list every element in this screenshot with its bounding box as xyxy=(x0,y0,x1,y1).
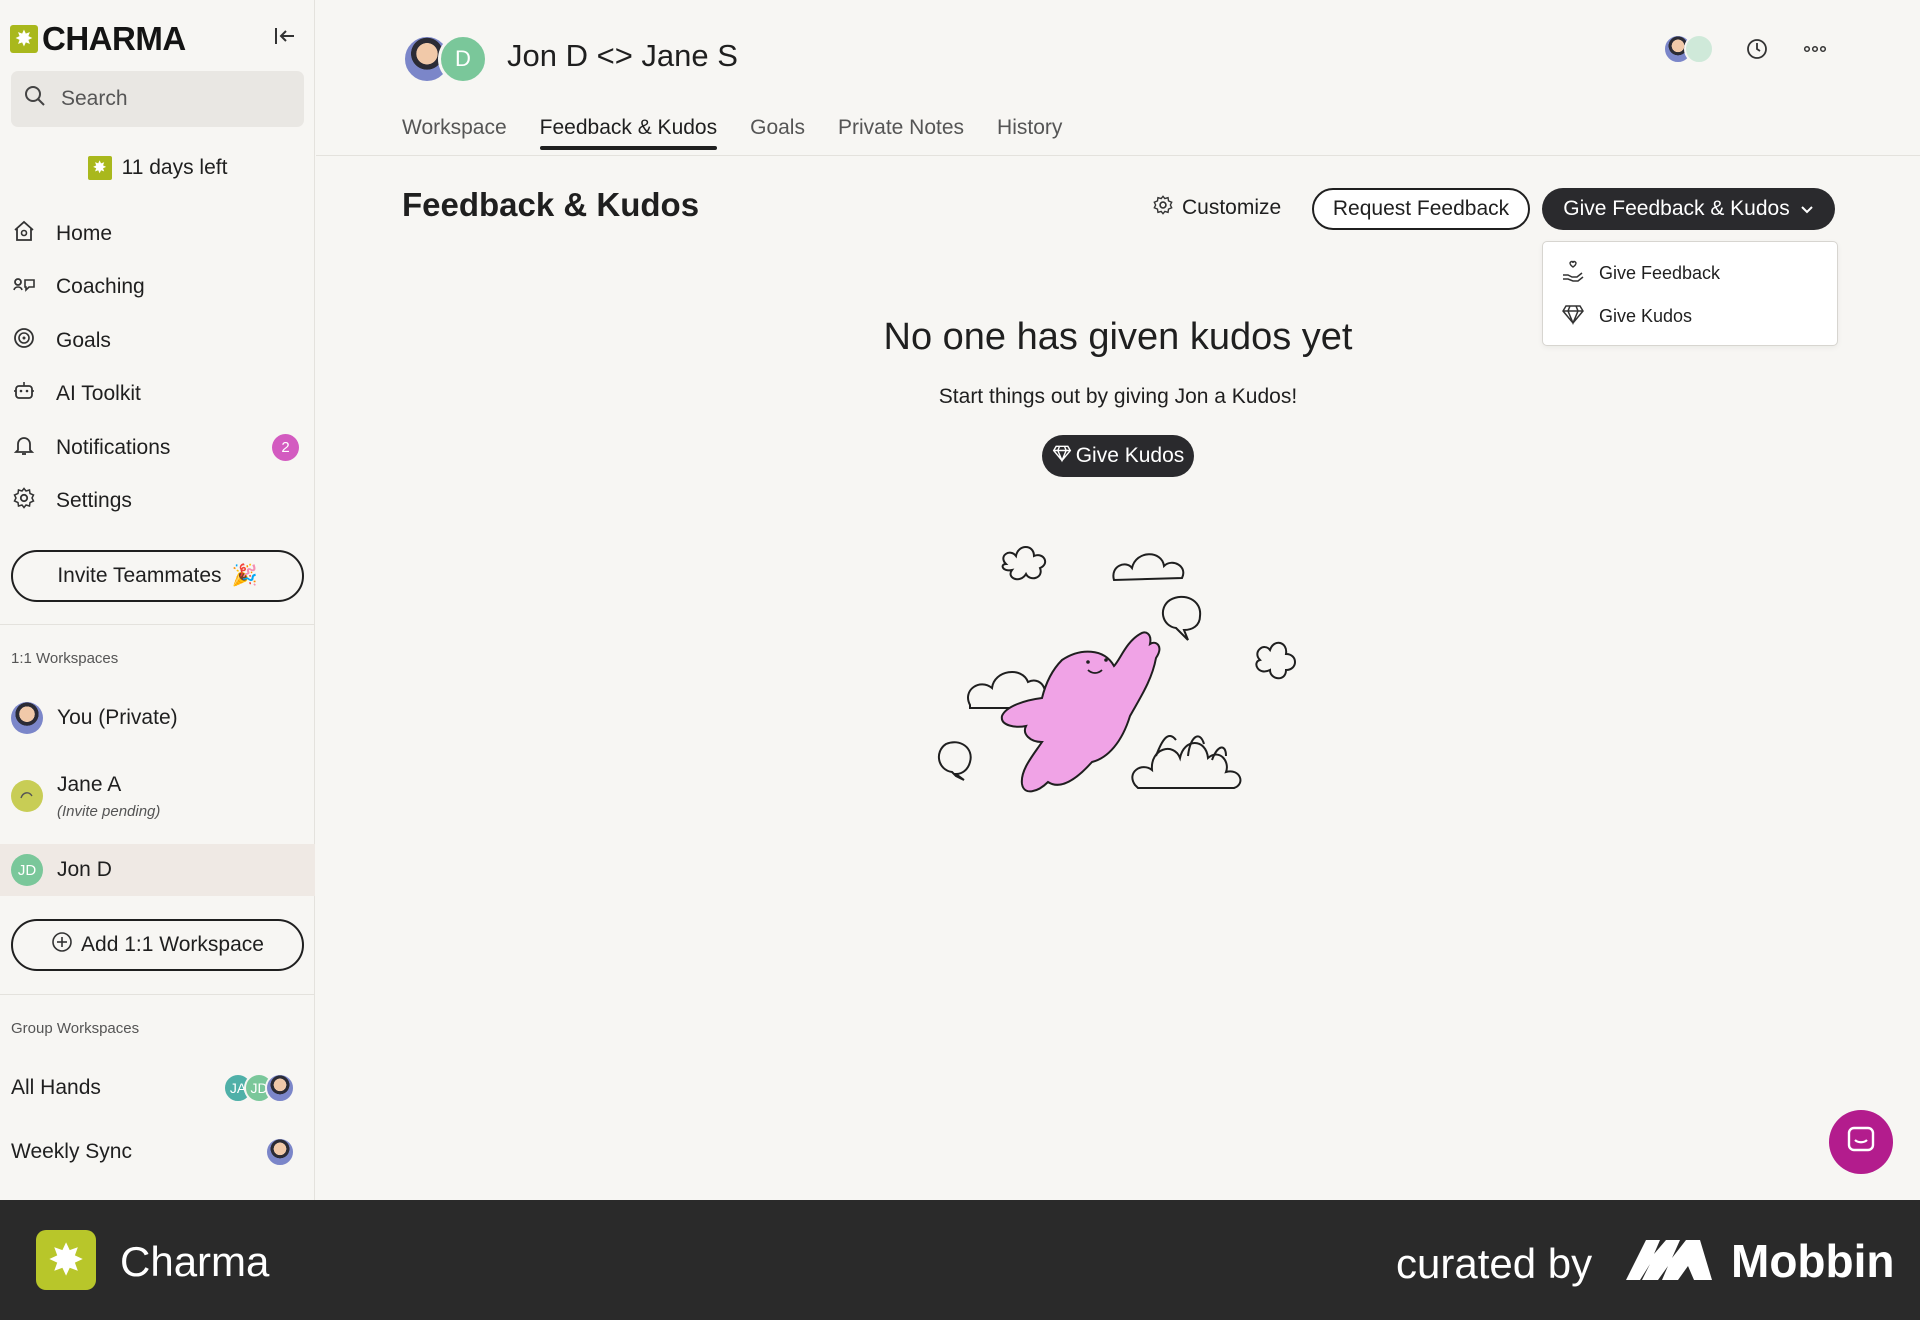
chat-support-button[interactable] xyxy=(1829,1110,1893,1174)
sidebar: ✸ CHARMA Search ✸ 11 days left Home Coac… xyxy=(0,0,315,1200)
tab-private-notes[interactable]: Private Notes xyxy=(838,116,964,148)
party-popper-icon: 🎉 xyxy=(231,564,258,587)
avatar: D xyxy=(438,34,488,84)
customize-label: Customize xyxy=(1182,196,1282,219)
invite-teammates-button[interactable]: Invite Teammates 🎉 xyxy=(11,550,304,602)
give-kudos-label: Give Kudos xyxy=(1075,444,1185,467)
sparkle-icon: ✸ xyxy=(87,156,112,180)
tab-feedback-kudos[interactable]: Feedback & Kudos xyxy=(539,116,718,150)
invite-pending-note: (Invite pending) xyxy=(57,802,161,820)
member-avatars xyxy=(265,1137,295,1167)
coaching-icon xyxy=(12,272,36,302)
customize-button[interactable]: Customize xyxy=(1152,194,1281,222)
add-workspace-button[interactable]: Add 1:1 Workspace xyxy=(11,919,304,971)
workspace-item-you-private[interactable]: You (Private) xyxy=(0,700,315,736)
hand-heart-icon xyxy=(1561,259,1585,288)
avatar xyxy=(1684,34,1714,64)
bell-icon xyxy=(12,433,36,463)
divider xyxy=(0,994,315,995)
robot-icon xyxy=(12,379,36,409)
section-title: Feedback & Kudos xyxy=(402,186,700,223)
tab-workspace[interactable]: Workspace xyxy=(402,116,507,148)
divider xyxy=(0,624,315,625)
group-item-all-hands[interactable]: All Hands JA JD xyxy=(0,1070,315,1106)
sidebar-item-label: Home xyxy=(56,221,113,245)
give-kudos-button[interactable]: Give Kudos xyxy=(1042,435,1194,477)
give-feedback-kudos-label: Give Feedback & Kudos xyxy=(1563,197,1790,220)
sidebar-item-notifications[interactable]: Notifications 2 xyxy=(0,421,315,475)
empty-state-subtitle: Start things out by giving Jon a Kudos! xyxy=(938,385,1298,408)
search-input[interactable]: Search xyxy=(11,71,304,127)
sidebar-item-ai-toolkit[interactable]: AI Toolkit xyxy=(0,368,315,422)
footer-app-name: Charma xyxy=(120,1238,270,1285)
more-options-icon[interactable] xyxy=(1800,34,1830,64)
workspace-name: You (Private) xyxy=(57,706,178,729)
trial-banner[interactable]: ✸ 11 days left xyxy=(0,150,315,186)
tab-goals[interactable]: Goals xyxy=(750,116,805,148)
page-title: Jon D <> Jane S xyxy=(507,38,738,73)
gear-icon xyxy=(1152,194,1174,222)
workspace-name: Jon D xyxy=(57,858,112,881)
home-icon xyxy=(12,219,36,249)
group-name: Weekly Sync xyxy=(11,1140,132,1163)
sidebar-item-label: AI Toolkit xyxy=(56,382,141,406)
sidebar-nav: Home Coaching Goals AI Toolkit Notificat… xyxy=(0,207,315,528)
member-avatars: JA JD xyxy=(223,1073,295,1103)
member-avatars[interactable] xyxy=(1663,34,1714,64)
workspace-tabs: Workspace Feedback & Kudos Goals Private… xyxy=(402,116,1062,150)
give-feedback-kudos-button[interactable]: Give Feedback & Kudos xyxy=(1542,188,1835,230)
avatar xyxy=(11,780,43,812)
target-icon xyxy=(12,326,36,356)
participant-avatars: D xyxy=(402,34,488,84)
add-workspace-label: Add 1:1 Workspace xyxy=(81,933,264,956)
sidebar-item-coaching[interactable]: Coaching xyxy=(0,261,315,315)
workspace-item-jon-d[interactable]: JD Jon D xyxy=(0,844,315,896)
workspace-name: Jane A xyxy=(57,772,122,796)
sidebar-item-label: Coaching xyxy=(56,275,145,299)
request-feedback-button[interactable]: Request Feedback xyxy=(1312,188,1530,230)
chat-icon xyxy=(1846,1125,1876,1160)
menu-item-give-feedback[interactable]: Give Feedback xyxy=(1543,252,1837,295)
group-item-weekly-sync[interactable]: Weekly Sync xyxy=(0,1134,315,1170)
sidebar-item-goals[interactable]: Goals xyxy=(0,314,315,368)
tab-history[interactable]: History xyxy=(997,116,1062,148)
search-icon xyxy=(23,84,47,114)
sidebar-item-home[interactable]: Home xyxy=(0,207,315,261)
history-clock-icon[interactable] xyxy=(1742,34,1772,64)
sidebar-item-label: Notifications xyxy=(56,435,171,459)
trial-text: 11 days left xyxy=(121,156,228,179)
diamond-icon xyxy=(1052,443,1072,469)
avatar xyxy=(265,1073,295,1103)
workspace-header: D Jon D <> Jane S Workspace Feedback & K… xyxy=(316,0,1920,156)
gear-icon xyxy=(12,486,36,516)
menu-item-label: Give Feedback xyxy=(1599,263,1721,283)
footer-mobbin-wordmark: Mobbin xyxy=(1731,1235,1895,1287)
sidebar-item-label: Settings xyxy=(56,489,132,513)
notification-count-badge: 2 xyxy=(272,434,299,462)
group-section-label: Group Workspaces xyxy=(11,1020,140,1037)
mobbin-logo-icon xyxy=(1626,1240,1712,1280)
one-on-one-section-label: 1:1 Workspaces xyxy=(11,650,119,667)
group-name: All Hands xyxy=(11,1076,101,1099)
empty-state-title: No one has given kudos yet xyxy=(883,316,1353,358)
plus-circle-icon xyxy=(51,931,73,959)
invite-label: Invite Teammates xyxy=(57,564,222,587)
sparkle-icon: ✸ xyxy=(36,1230,96,1290)
avatar xyxy=(11,702,43,734)
avatar xyxy=(265,1137,295,1167)
footer-curated-text: curated by xyxy=(1396,1240,1593,1287)
avatar: JD xyxy=(11,854,43,886)
brand-name: CHARMA xyxy=(42,20,186,57)
collapse-sidebar-icon[interactable] xyxy=(268,24,302,48)
sparkle-icon: ✸ xyxy=(10,25,38,53)
sidebar-item-label: Goals xyxy=(56,328,111,352)
search-placeholder: Search xyxy=(61,87,128,110)
chevron-down-icon xyxy=(1800,197,1814,221)
sidebar-item-settings[interactable]: Settings xyxy=(0,475,315,529)
footer-banner: ✸ Charma curated by Mobbin xyxy=(0,1200,1920,1320)
flying-character-illustration xyxy=(937,546,1296,793)
header-actions xyxy=(1663,34,1830,64)
workspace-item-jane-a[interactable]: Jane A (Invite pending) xyxy=(0,766,315,826)
brand-logo[interactable]: ✸ CHARMA xyxy=(10,20,186,57)
